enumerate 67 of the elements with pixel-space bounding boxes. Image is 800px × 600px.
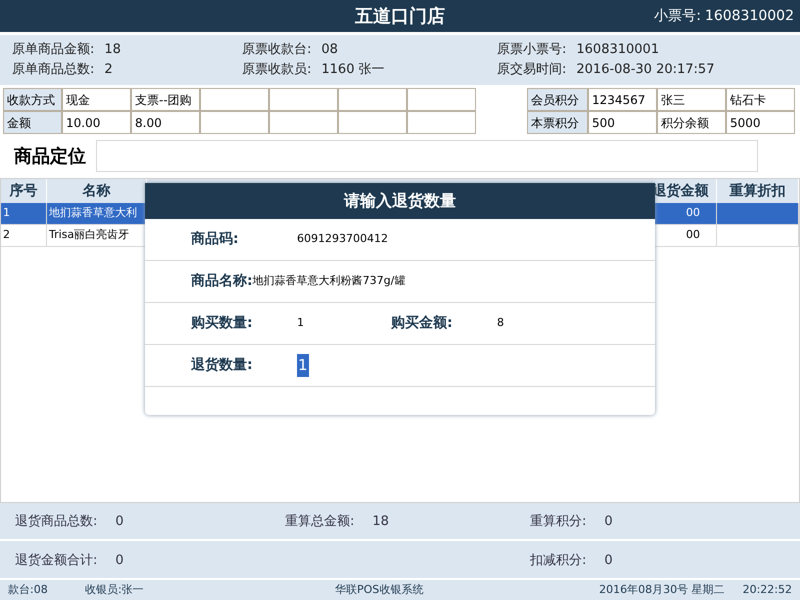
field-value: 1 <box>297 315 304 332</box>
field-label: 购买金额: <box>391 314 454 333</box>
summary-label: 退货金额合计: <box>15 552 98 570</box>
table-cell <box>338 88 407 111</box>
info-label: 原票小票号: <box>497 41 566 59</box>
table-cell: 5000 <box>726 111 795 134</box>
table-cell: 1234567 <box>588 88 657 111</box>
field-value: 8 <box>497 315 504 332</box>
info-label: 原交易时间: <box>497 61 566 79</box>
header-cell: 会员积分 <box>527 88 588 111</box>
table-cell: 现金 <box>62 88 131 111</box>
info-label: 原票收款员: <box>242 61 312 79</box>
info-value: 2016-08-30 20:17:57 <box>576 61 714 79</box>
table-cell: 张三 <box>657 88 726 111</box>
table-cell <box>407 111 476 134</box>
summary-value: 18 <box>372 512 389 531</box>
table-cell <box>269 111 338 134</box>
summary-value: 0 <box>115 512 124 531</box>
time-text: 20:22:52 <box>742 582 792 598</box>
date-text: 2016年08月30号 星期二 <box>599 582 725 598</box>
field-value: 地扪蒜香草意大利粉酱737g/罐 <box>252 273 406 290</box>
table-cell: 500 <box>588 111 657 134</box>
info-value: 1608310001 <box>576 41 660 59</box>
summary-label: 退货商品总数: <box>15 512 98 531</box>
field-value: 6091293700412 <box>297 231 388 248</box>
info-value: 2 <box>104 61 113 79</box>
info-value: 08 <box>321 41 338 59</box>
field-label: 购买数量: <box>191 314 254 333</box>
summary-label: 重算总金额: <box>285 512 354 531</box>
table-cell <box>269 88 338 111</box>
system-name: 华联POS收银系统 <box>335 582 424 598</box>
field-label: 商品名称: <box>191 272 253 291</box>
ticket-label: 小票号: <box>654 6 701 26</box>
header-cell: 收款方式 <box>3 88 62 111</box>
field-label: 商品码: <box>191 230 240 249</box>
register-text: 款台:08 <box>8 582 49 598</box>
table-cell: 8.00 <box>131 111 200 134</box>
info-label: 原单商品金额: <box>12 41 94 59</box>
table-cell: 支票--团购 <box>131 88 200 111</box>
quantity-input[interactable]: 1 <box>297 354 309 377</box>
locate-field[interactable] <box>96 140 758 172</box>
table-cell: 积分余额 <box>657 111 726 134</box>
header-cell: 本票积分 <box>527 111 588 134</box>
summary-value: 0 <box>604 512 613 531</box>
table-cell <box>200 88 269 111</box>
summary-label: 重算积分: <box>530 512 586 531</box>
info-label: 原单商品总数: <box>12 61 94 79</box>
info-value: 18 <box>104 41 121 59</box>
info-label: 原票收款台: <box>242 41 312 59</box>
store-title: 五道口门店 <box>355 4 445 28</box>
table-cell <box>200 111 269 134</box>
table-cell: 钻石卡 <box>726 88 795 111</box>
field-label: 退货数量: <box>191 356 254 375</box>
ticket-number: 1608310002 <box>704 6 794 26</box>
header-cell: 金额 <box>3 111 62 134</box>
dialog-title: 请输入退货数量 <box>145 183 655 219</box>
locate-label: 商品定位 <box>14 144 86 168</box>
table-cell: 10.00 <box>62 111 131 134</box>
table-cell <box>407 88 476 111</box>
cashier-text: 收银员:张一 <box>85 582 145 598</box>
table-cell <box>338 111 407 134</box>
summary-value: 0 <box>115 552 124 570</box>
table-cell: 1 <box>1 203 47 224</box>
table-cell: 2 <box>1 225 47 246</box>
summary-label: 扣减积分: <box>530 552 586 570</box>
summary-value: 0 <box>604 552 613 570</box>
info-value: 1160 张一 <box>321 61 385 79</box>
